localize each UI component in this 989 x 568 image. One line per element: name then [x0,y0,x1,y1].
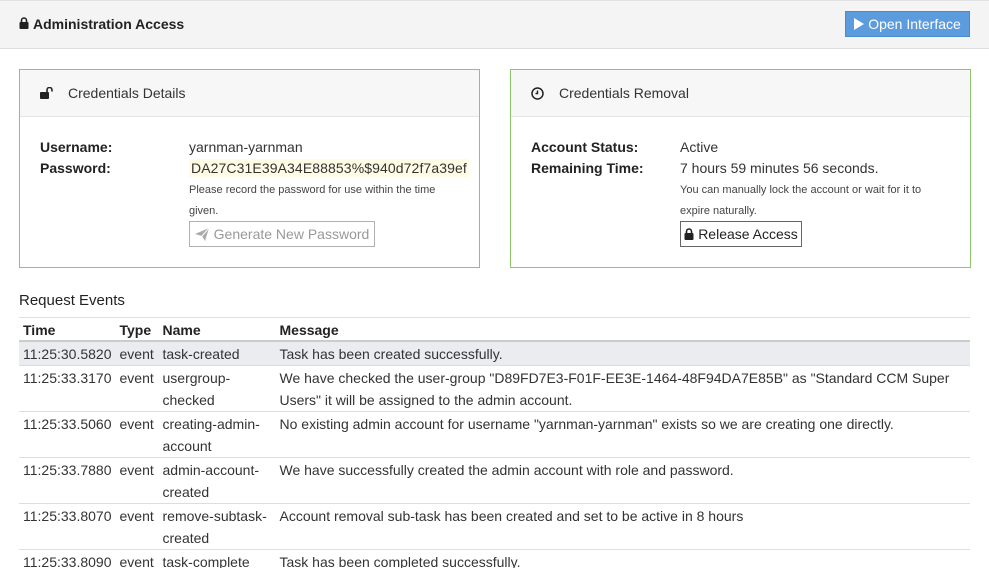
removal-note: You can manually lock the account or wai… [680,184,922,217]
cell-time: 11:25:33.5060 [19,411,116,458]
cell-message: We have checked the user-group "D89FD7E3… [275,365,970,412]
page-title-text: Administration Access [33,16,185,32]
cell-time: 11:25:33.3170 [19,365,116,412]
paper-plane-icon [194,227,209,241]
cell-time: 11:25:30.5820 [19,340,116,366]
table-row[interactable]: 11:25:33.8070 event remove-subtask-creat… [19,503,970,550]
credentials-details-header: Credentials Details [20,70,479,117]
password-note: Please record the password for use withi… [189,184,436,217]
cell-time: 11:25:33.8090 [19,549,116,568]
column-header-name[interactable]: Name [158,317,276,342]
credentials-removal-panel: Credentials Removal Account Status: Acti… [510,69,971,268]
username-label: Username: [40,139,113,155]
cell-message: Account removal sub-task has been create… [275,503,970,550]
page-title: Administration Access [19,16,184,32]
credentials-removal-header: Credentials Removal [511,70,970,117]
account-status-value: Active [680,139,719,155]
remaining-time-value: 7 hours 59 minutes 56 seconds. [680,160,879,176]
credentials-details-panel: Credentials Details Username: yarnman-ya… [19,69,480,268]
credentials-removal-title: Credentials Removal [559,85,689,101]
table-row[interactable]: 11:25:33.5060 event creating-admin-accou… [19,411,970,458]
clock-icon [531,86,547,100]
cell-name: remove-subtask-created [158,503,276,550]
cell-message: We have successfully created the admin a… [275,457,970,504]
cell-message: Task has been completed successfully. [275,549,970,568]
cell-type: event [115,411,159,458]
table-row[interactable]: 11:25:33.8090 event task-complete Task h… [19,549,970,568]
cell-name: usergroup-checked [158,365,276,412]
cell-name: admin-account-created [158,457,276,504]
password-value[interactable]: DA27C31E39A34E88853%$940d72f7a39ef [189,159,469,177]
generate-password-label: Generate New Password [213,226,370,242]
table-row[interactable]: 11:25:33.3170 event usergroup-checked We… [19,365,970,412]
credentials-details-title: Credentials Details [68,85,186,101]
request-events-heading: Request Events [19,292,125,309]
cell-type: event [115,365,159,412]
cell-name: creating-admin-account [158,411,276,458]
release-access-button[interactable]: Release Access [680,221,802,247]
open-interface-label: Open Interface [868,16,961,32]
table-header-row: Time Type Name Message [19,317,970,342]
table-row[interactable]: 11:25:30.5820 event task-created Task ha… [19,340,970,366]
request-events-table: Time Type Name Message 11:25:30.5820 eve… [19,317,970,568]
account-status-label: Account Status: [531,139,639,155]
cell-time: 11:25:33.7880 [19,457,116,504]
column-header-time[interactable]: Time [19,317,116,342]
column-header-message[interactable]: Message [275,317,970,342]
open-interface-button[interactable]: Open Interface [845,11,970,37]
password-label: Password: [40,160,111,176]
play-icon [854,18,865,30]
cell-name: task-complete [158,549,276,568]
cell-message: No existing admin account for username "… [275,411,970,458]
cell-type: event [115,503,159,550]
username-value: yarnman-yarnman [189,139,303,155]
release-access-label: Release Access [698,226,798,242]
cell-type: event [115,340,159,366]
remaining-time-label: Remaining Time: [531,160,644,176]
page-header: Administration Access Open Interface [0,0,989,49]
cell-type: event [115,457,159,504]
lock-icon [684,228,694,240]
table-row[interactable]: 11:25:33.7880 event admin-account-create… [19,457,970,504]
column-header-type[interactable]: Type [115,317,159,342]
cell-time: 11:25:33.8070 [19,503,116,550]
unlock-icon [40,87,56,99]
cell-message: Task has been created successfully. [275,340,970,366]
cell-type: event [115,549,159,568]
generate-password-button[interactable]: Generate New Password [189,221,375,247]
lock-icon [19,16,29,32]
cell-name: task-created [158,340,276,366]
